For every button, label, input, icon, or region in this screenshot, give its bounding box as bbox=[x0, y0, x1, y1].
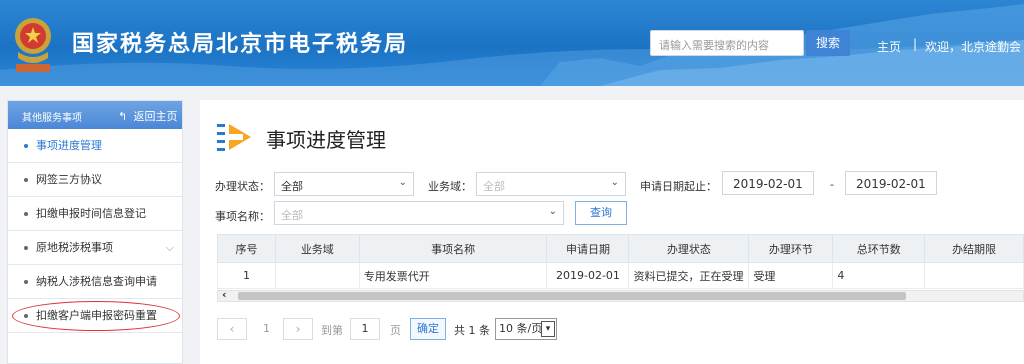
sidebar-item-info-query[interactable]: 纳税人涉税信息查询申请 bbox=[8, 265, 182, 299]
chevron-down-icon: ⌵ bbox=[165, 241, 174, 254]
domain-select-value: 全部 bbox=[483, 180, 505, 193]
page-size-select[interactable]: 10 条/页 ▾ bbox=[495, 318, 557, 340]
column-header: 办结期限 bbox=[924, 234, 1024, 263]
sidebar: 其他服务事项 ↰ 返回主页 事项进度管理 网签三方协议 扣缴申报时间信息登记 原… bbox=[7, 100, 183, 364]
horizontal-scrollbar[interactable]: ‹ bbox=[217, 288, 1024, 302]
sidebar-item-progress[interactable]: 事项进度管理 bbox=[8, 129, 182, 163]
sidebar-item-label: 网签三方协议 bbox=[36, 173, 102, 186]
sidebar-item-local-tax[interactable]: 原地税涉税事项 ⌵ bbox=[8, 231, 182, 265]
column-header: 申请日期 bbox=[546, 234, 630, 263]
goto-label: 到第 bbox=[321, 324, 343, 337]
header-separator: | bbox=[913, 37, 918, 51]
column-header: 办理环节 bbox=[748, 234, 834, 263]
main-panel: 事项进度管理 办理状态： 全部 ⌄ 业务域： 全部 ⌄ 申请日期起止： 2019… bbox=[200, 100, 1024, 364]
sidebar-item-withholding-time[interactable]: 扣缴申报时间信息登记 bbox=[8, 197, 182, 231]
sidebar-item-label: 事项进度管理 bbox=[36, 139, 102, 152]
tax-emblem-logo bbox=[15, 18, 51, 72]
table-row[interactable]: 1 专用发票代开 2019-02-01 资料已提交，正在受理 受理 4 bbox=[217, 262, 1024, 289]
current-page[interactable]: 1 bbox=[263, 322, 270, 335]
item-name-select[interactable]: 全部 ⌄ bbox=[274, 201, 564, 225]
progress-table: 序号 业务域 事项名称 申请日期 办理状态 办理环节 总环节数 办结期限 1 专… bbox=[217, 234, 1024, 289]
page-label: 页 bbox=[390, 324, 401, 337]
welcome-text: 欢迎，北京途勤会 bbox=[925, 40, 1022, 54]
item-name-label: 事项名称： bbox=[215, 210, 270, 223]
table-cell: 资料已提交，正在受理 bbox=[628, 262, 750, 289]
page-size-value: 10 条/页 bbox=[499, 322, 543, 335]
domain-select[interactable]: 全部 ⌄ bbox=[476, 172, 626, 196]
date-end-input[interactable]: 2019-02-01 bbox=[845, 171, 937, 195]
table-cell bbox=[924, 262, 1024, 289]
table-cell: 受理 bbox=[748, 262, 834, 289]
next-page-button[interactable]: › bbox=[283, 318, 313, 340]
column-header: 办理状态 bbox=[628, 234, 750, 263]
table-cell: 1 bbox=[217, 262, 276, 289]
chevron-down-icon: ▾ bbox=[541, 321, 555, 337]
sidebar-item-label: 扣缴申报时间信息登记 bbox=[36, 207, 146, 220]
back-arrow-icon: ↰ bbox=[118, 110, 128, 123]
date-range-label: 申请日期起止： bbox=[640, 180, 717, 193]
query-button[interactable]: 查询 bbox=[575, 201, 627, 225]
table-cell: 4 bbox=[832, 262, 926, 289]
date-dash: - bbox=[830, 178, 834, 191]
sidebar-item-password-reset[interactable]: 扣缴客户端申报密码重置 bbox=[8, 299, 182, 333]
back-home-link[interactable]: ↰ 返回主页 bbox=[118, 108, 178, 124]
search-input[interactable]: 请输入需要搜索的内容 bbox=[650, 30, 804, 56]
scroll-left-arrow-icon[interactable]: ‹ bbox=[222, 288, 227, 301]
list-progress-icon bbox=[217, 124, 251, 151]
status-select-value: 全部 bbox=[281, 180, 303, 193]
table-cell: 2019-02-01 bbox=[546, 262, 630, 289]
column-header: 业务域 bbox=[274, 234, 360, 263]
column-header: 事项名称 bbox=[358, 234, 548, 263]
chevron-down-icon: ⌄ bbox=[398, 177, 407, 188]
sidebar-item-label: 原地税涉税事项 bbox=[36, 241, 113, 254]
sidebar-item-label: 纳税人涉税信息查询申请 bbox=[36, 275, 157, 288]
scrollbar-thumb[interactable] bbox=[238, 292, 906, 300]
site-title: 国家税务总局北京市电子税务局 bbox=[72, 32, 409, 57]
sidebar-title: 其他服务事项 bbox=[22, 113, 82, 124]
prev-page-button[interactable]: ‹ bbox=[217, 318, 247, 340]
goto-page-input[interactable]: 1 bbox=[350, 318, 380, 340]
table-cell: 专用发票代开 bbox=[358, 262, 548, 289]
table-cell bbox=[274, 262, 360, 289]
search-button[interactable]: 搜索 bbox=[806, 30, 850, 56]
column-header: 序号 bbox=[217, 234, 276, 263]
top-banner: 国家税务总局北京市电子税务局 请输入需要搜索的内容 搜索 主页 | 欢迎，北京途… bbox=[0, 0, 1024, 86]
home-link[interactable]: 主页 bbox=[877, 38, 901, 55]
total-count: 共 1 条 bbox=[454, 324, 490, 337]
date-start-input[interactable]: 2019-02-01 bbox=[722, 171, 814, 195]
item-name-select-value: 全部 bbox=[281, 209, 303, 222]
table-header-row: 序号 业务域 事项名称 申请日期 办理状态 办理环节 总环节数 办结期限 bbox=[217, 234, 1024, 263]
status-select[interactable]: 全部 ⌄ bbox=[274, 172, 414, 196]
goto-confirm-button[interactable]: 确定 bbox=[410, 318, 446, 340]
highlight-circle bbox=[12, 301, 180, 331]
domain-label: 业务域： bbox=[428, 180, 472, 193]
chevron-down-icon: ⌄ bbox=[610, 177, 619, 188]
page-title: 事项进度管理 bbox=[266, 128, 386, 152]
chevron-down-icon: ⌄ bbox=[548, 206, 557, 217]
status-label: 办理状态： bbox=[215, 180, 270, 193]
back-home-label: 返回主页 bbox=[133, 110, 178, 123]
column-header: 总环节数 bbox=[832, 234, 926, 263]
sidebar-header: 其他服务事项 ↰ 返回主页 bbox=[8, 101, 182, 129]
sidebar-item-tripartite[interactable]: 网签三方协议 bbox=[8, 163, 182, 197]
